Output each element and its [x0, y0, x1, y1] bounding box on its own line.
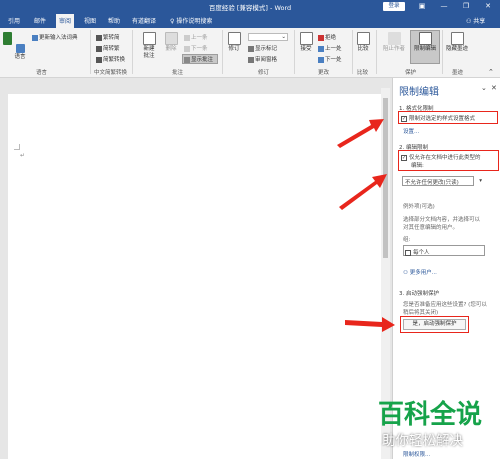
watermark-title: 百科全说: [378, 400, 483, 430]
watermark-logo: 百科全说 助你轻松解决: [370, 394, 498, 454]
red-arrow-icon: [337, 119, 384, 148]
red-arrow-icon: [339, 174, 387, 210]
red-arrow-icon: [345, 317, 395, 332]
watermark-subtitle: 助你轻松解决: [382, 433, 463, 449]
annotation-arrows: [337, 119, 395, 332]
